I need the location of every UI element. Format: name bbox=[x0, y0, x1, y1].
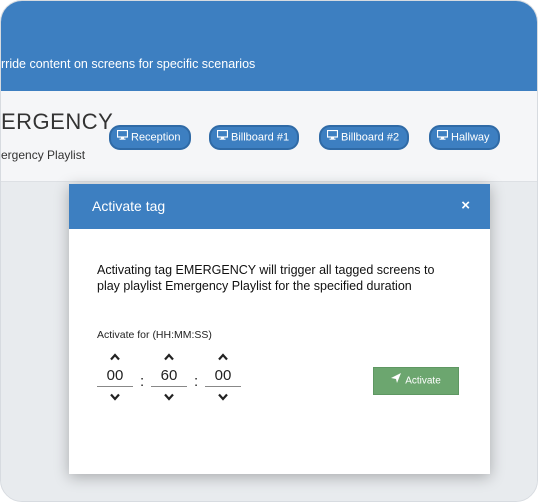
dialog-title: Activate tag bbox=[92, 198, 166, 214]
minutes-up-icon[interactable] bbox=[151, 351, 187, 365]
hours-field[interactable]: 00 bbox=[97, 367, 133, 387]
screen-pill-billboard-2[interactable]: Billboard #2 bbox=[319, 125, 410, 150]
tag-playlist: ergency Playlist bbox=[1, 148, 86, 162]
minutes-field[interactable]: 60 bbox=[151, 367, 187, 387]
minutes-stepper: 60 bbox=[151, 351, 187, 405]
paper-plane-icon bbox=[391, 368, 402, 394]
activate-button[interactable]: Activate bbox=[373, 367, 459, 395]
duration-label: Activate for (HH:MM:SS) bbox=[97, 329, 212, 341]
time-separator: : bbox=[140, 373, 145, 390]
time-separator: : bbox=[194, 373, 199, 390]
hours-stepper: 00 bbox=[97, 351, 133, 405]
seconds-field[interactable]: 00 bbox=[205, 367, 241, 387]
page-subtitle: rride content on screens for specific sc… bbox=[1, 57, 256, 71]
hours-down-icon[interactable] bbox=[97, 391, 133, 405]
hours-up-icon[interactable] bbox=[97, 351, 133, 365]
seconds-down-icon[interactable] bbox=[205, 391, 241, 405]
monitor-icon bbox=[326, 127, 339, 148]
dialog-header: Activate tag × bbox=[69, 184, 490, 229]
app-frame: rride content on screens for specific sc… bbox=[0, 0, 538, 502]
seconds-up-icon[interactable] bbox=[205, 351, 241, 365]
activate-button-label: Activate bbox=[405, 375, 441, 387]
screen-pill-label: Billboard #1 bbox=[231, 131, 290, 144]
dialog-message: Activating tag EMERGENCY will trigger al… bbox=[97, 263, 435, 293]
page-header: rride content on screens for specific sc… bbox=[1, 1, 537, 91]
monitor-icon bbox=[436, 127, 449, 148]
screen-pill-billboard-1[interactable]: Billboard #1 bbox=[209, 125, 300, 150]
monitor-icon bbox=[216, 127, 229, 148]
seconds-stepper: 00 bbox=[205, 351, 241, 405]
minutes-down-icon[interactable] bbox=[151, 391, 187, 405]
screen-pill-label: Billboard #2 bbox=[341, 131, 400, 144]
screen-pill-reception[interactable]: Reception bbox=[109, 125, 191, 150]
activate-tag-dialog: Activate tag × Activating tag EMERGENCY … bbox=[69, 184, 490, 474]
tag-name: ERGENCY bbox=[1, 109, 114, 134]
screen-pill-label: Hallway bbox=[451, 131, 490, 144]
screen-pill-hallway[interactable]: Hallway bbox=[429, 125, 500, 150]
close-icon[interactable]: × bbox=[461, 197, 470, 214]
screen-pill-label: Reception bbox=[131, 131, 181, 144]
tag-bar: ERGENCY ergency Playlist Reception Billb… bbox=[1, 91, 537, 182]
monitor-icon bbox=[116, 127, 129, 148]
